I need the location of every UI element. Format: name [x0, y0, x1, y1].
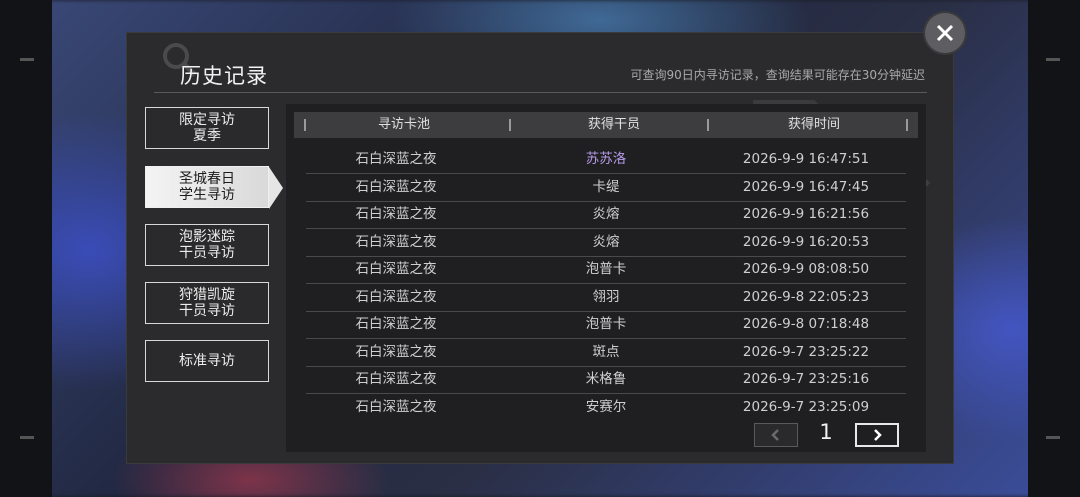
table-row: 石白深蓝之夜 炎熔 2026-9-9 16:20:53: [306, 229, 906, 257]
table-row: 石白深蓝之夜 斑点 2026-9-7 23:25:22: [306, 339, 906, 367]
time-cell: 2026-9-9 16:21:56: [742, 206, 870, 222]
tab-label: 圣城春日 学生寻访: [179, 171, 235, 203]
time-cell: 2026-9-8 22:05:23: [742, 288, 870, 305]
table-row: 石白深蓝之夜 翎羽 2026-9-8 22:05:23: [306, 284, 906, 312]
operator-cell: 泡普卡: [585, 261, 627, 277]
query-notice: 可查询90日内寻访记录，查询结果可能存在30分钟延迟: [630, 68, 925, 82]
next-page-button[interactable]: [855, 423, 899, 447]
tab-label: 标准寻访: [179, 353, 235, 369]
operator-cell: 炎熔: [592, 206, 620, 222]
time-cell: 2026-9-9 08:08:50: [742, 261, 870, 277]
column-header-operator: 获得干员: [587, 117, 640, 132]
table-row: 石白深蓝之夜 泡普卡 2026-9-8 07:18:48: [306, 311, 906, 339]
close-icon: [936, 24, 954, 42]
table-row: 石白深蓝之夜 炎熔 2026-9-9 16:21:56: [306, 201, 906, 229]
time-cell: 2026-9-9 16:20:53: [742, 233, 870, 250]
time-cell: 2026-9-8 07:18:48: [742, 316, 870, 332]
tab-label: 限定寻访 夏季: [179, 112, 235, 144]
dialog-title: 历史记录: [180, 64, 268, 88]
tab-hunting-triumph[interactable]: 狩猎凯旋 干员寻访: [145, 282, 269, 324]
title-divider: [154, 92, 927, 93]
pool-cell: 石白深蓝之夜: [355, 233, 437, 250]
tab-label: 泡影迷踪 干员寻访: [179, 229, 235, 261]
table-row: 石白深蓝之夜 泡普卡 2026-9-9 08:08:50: [306, 256, 906, 284]
header-separator: [707, 119, 709, 131]
pool-cell: 石白深蓝之夜: [355, 371, 437, 387]
active-tab-arrow: [269, 167, 283, 209]
table-row: 石白深蓝之夜 苏苏洛 2026-9-9 16:47:51: [306, 146, 906, 174]
tab-label: 狩猎凯旋 干员寻访: [179, 287, 235, 319]
close-button[interactable]: [925, 13, 965, 53]
operator-cell: 翎羽: [592, 288, 620, 305]
operator-cell: 苏苏洛: [585, 151, 627, 167]
chevron-left-icon: [771, 429, 779, 441]
operator-cell: 安赛尔: [585, 398, 627, 415]
operator-cell: 卡缇: [592, 178, 620, 195]
operator-cell: 炎熔: [592, 233, 620, 250]
pool-cell: 石白深蓝之夜: [355, 261, 437, 277]
chevron-right-icon: [874, 429, 882, 441]
time-cell: 2026-9-7 23:25:22: [742, 343, 870, 360]
tab-bubble-mystery[interactable]: 泡影迷踪 干员寻访: [145, 224, 269, 266]
time-cell: 2026-9-7 23:25:16: [742, 371, 870, 387]
frame-tick: [1046, 436, 1060, 439]
history-table: 寻访卡池 获得干员 获得时间 石白深蓝之夜 苏苏洛 2026-9-9 16:47…: [286, 104, 926, 452]
header-separator: [304, 119, 306, 131]
column-header-pool: 寻访卡池: [377, 117, 430, 132]
frame-tick: [1046, 58, 1060, 61]
page-number: 1: [819, 420, 833, 444]
pool-cell: 石白深蓝之夜: [355, 151, 437, 167]
pool-cell: 石白深蓝之夜: [355, 288, 437, 305]
table-row: 石白深蓝之夜 卡缇 2026-9-9 16:47:45: [306, 174, 906, 202]
table-header: 寻访卡池 获得干员 获得时间: [294, 112, 918, 138]
operator-cell: 斑点: [592, 343, 620, 360]
time-cell: 2026-9-7 23:25:09: [742, 398, 870, 415]
pool-cell: 石白深蓝之夜: [355, 343, 437, 360]
time-cell: 2026-9-9 16:47:45: [742, 178, 870, 195]
operator-cell: 米格鲁: [585, 371, 627, 387]
prev-page-button[interactable]: [754, 423, 798, 447]
pool-cell: 石白深蓝之夜: [355, 178, 437, 195]
header-separator: [509, 119, 511, 131]
header-separator: [906, 119, 908, 131]
time-cell: 2026-9-9 16:47:51: [742, 151, 870, 167]
pool-cell: 石白深蓝之夜: [355, 206, 437, 222]
pool-cell: 石白深蓝之夜: [355, 398, 437, 415]
tab-limited-summer[interactable]: 限定寻访 夏季: [145, 107, 269, 149]
right-frame-strip: [1028, 0, 1080, 497]
table-row: 石白深蓝之夜 安赛尔 2026-9-7 23:25:09: [306, 394, 906, 421]
pool-cell: 石白深蓝之夜: [355, 316, 437, 332]
tab-standard[interactable]: 标准寻访: [145, 340, 269, 382]
tab-holy-city-spring[interactable]: 圣城春日 学生寻访: [145, 166, 269, 208]
table-row: 石白深蓝之夜 米格鲁 2026-9-7 23:25:16: [306, 366, 906, 394]
column-header-time: 获得时间: [787, 117, 840, 132]
frame-tick: [20, 58, 34, 61]
operator-cell: 泡普卡: [585, 316, 627, 332]
left-frame-strip: [0, 0, 52, 497]
frame-tick: [20, 436, 34, 439]
